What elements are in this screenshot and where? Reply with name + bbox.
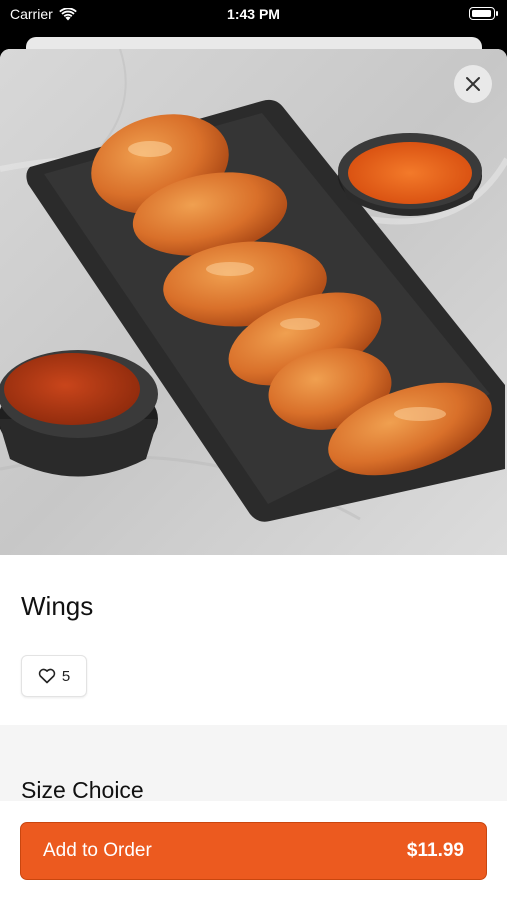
order-footer: Add to Order $11.99 xyxy=(0,801,507,900)
add-to-order-label: Add to Order xyxy=(43,840,152,861)
close-icon xyxy=(466,77,480,91)
status-time: 1:43 PM xyxy=(227,6,280,22)
heart-icon xyxy=(38,668,56,684)
section-title: Size Choice xyxy=(21,777,144,803)
status-bar: Carrier 1:43 PM xyxy=(0,0,507,30)
item-title: Wings xyxy=(21,591,94,621)
order-price: $11.99 xyxy=(406,840,464,861)
battery-icon xyxy=(469,7,498,20)
item-photo xyxy=(0,49,507,555)
item-detail-sheet: Wings 5 Size Choice Add to Order $11.99 xyxy=(0,49,507,900)
like-count: 5 xyxy=(61,667,71,685)
close-button[interactable] xyxy=(454,65,492,103)
add-to-order-button[interactable]: Add to Order $11.99 xyxy=(20,822,487,880)
like-button[interactable]: 5 xyxy=(21,655,87,697)
